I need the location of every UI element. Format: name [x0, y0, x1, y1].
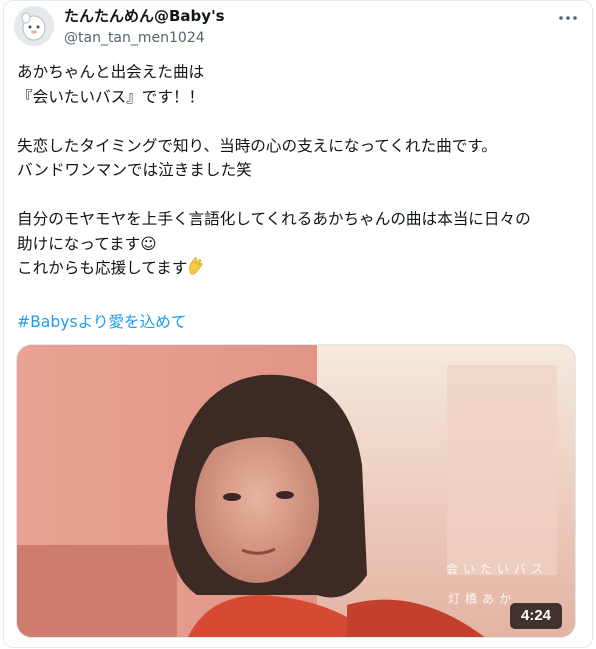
display-name[interactable]: たんたんめん@Baby's — [64, 6, 225, 26]
tweet-author: たんたんめん@Baby's @tan_tan_men1024 — [64, 6, 225, 48]
tweet-text: あかちゃんと出会えた曲は 『会いたいバス』です！！ 失恋したタイミングで知り、当… — [17, 60, 583, 284]
video-duration-badge: 4:24 — [510, 603, 562, 629]
tweet-paragraph-3-line-2: 助けになってます☺ — [17, 234, 157, 253]
tweet-paragraph-2: 失恋したタイミングで知り、当時の心の支えになってくれた曲です。 バンドワンマンで… — [17, 136, 497, 180]
more-options-button[interactable] — [556, 8, 580, 28]
pinched-fingers-emoji-icon — [187, 256, 205, 284]
video-artist-name: 灯橋あか — [448, 592, 517, 606]
more-options-icon — [559, 16, 577, 20]
avatar[interactable] — [14, 6, 54, 46]
cartoon-avatar-icon — [14, 6, 54, 46]
tweet-paragraph-3-line-1: 自分のモヤモヤを上手く言語化してくれるあかちゃんの曲は本当に日々の — [17, 210, 531, 228]
tweet-paragraph-1: あかちゃんと出会えた曲は 『会いたいバス』です！！ — [17, 63, 205, 106]
tweet-paragraph-3-line-3: これからも応援してます — [17, 259, 188, 277]
user-handle[interactable]: @tan_tan_men1024 — [64, 28, 225, 48]
hashtag-link[interactable]: #Babysより愛を込めて — [17, 310, 186, 334]
video-song-title: 会いたいバス — [446, 562, 549, 576]
